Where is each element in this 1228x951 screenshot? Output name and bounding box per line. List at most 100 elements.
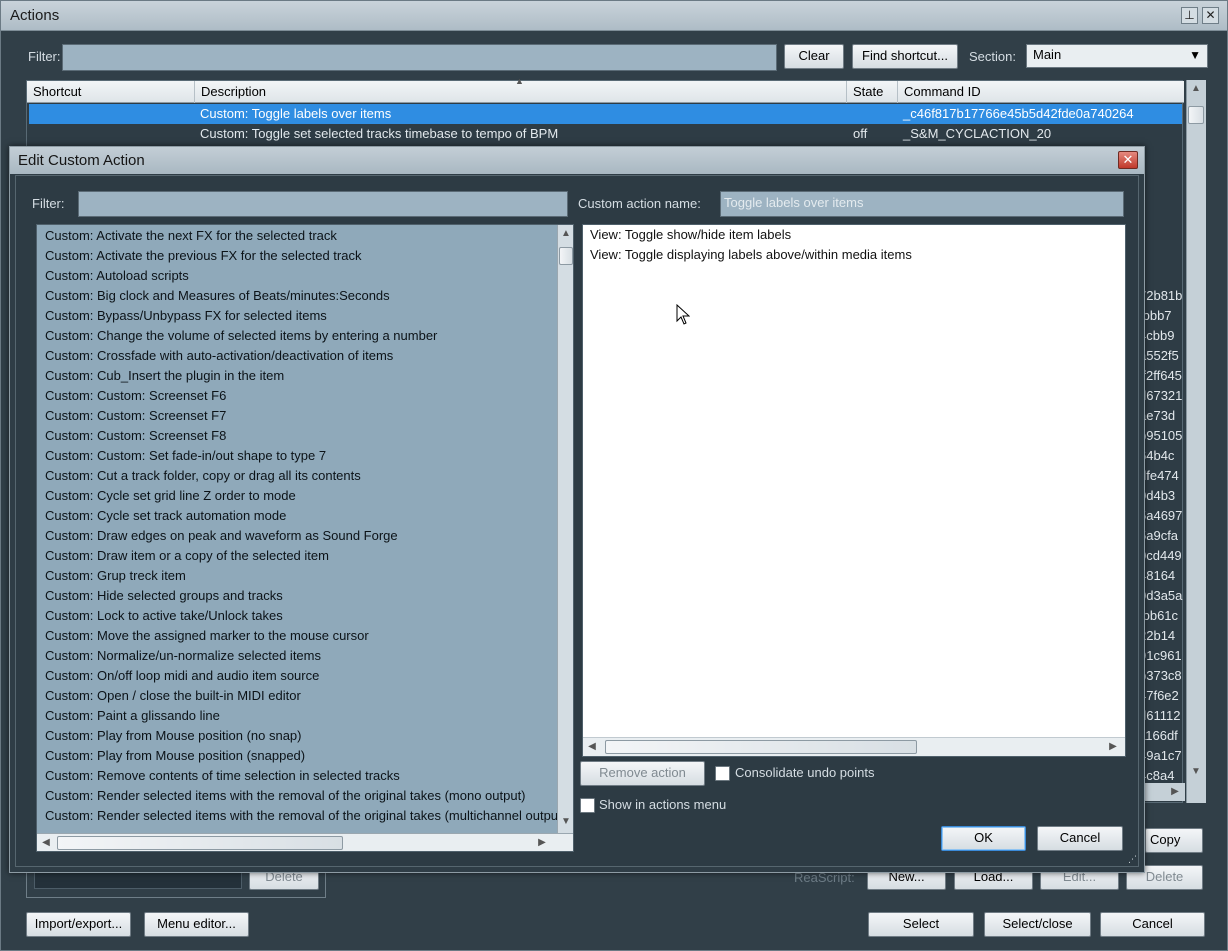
list-item[interactable]: Custom: Custom: Screenset F8 (45, 426, 226, 446)
list-item[interactable]: Custom: Play from Mouse position (no sna… (45, 726, 302, 746)
custom-action-name-input[interactable]: Toggle labels over items (720, 191, 1124, 217)
scroll-thumb[interactable] (1188, 106, 1204, 124)
actions-vertical-scrollbar[interactable]: ▲ ▼ (1186, 80, 1206, 803)
list-item[interactable]: Custom: Grup treck item (45, 566, 186, 586)
mouse-cursor-icon (676, 304, 690, 325)
list-item[interactable]: Custom: Lock to active take/Unlock takes (45, 606, 283, 626)
edit-custom-action-dialog: Edit Custom Action ✕ Filter: Custom acti… (9, 146, 1145, 873)
list-item[interactable]: Custom: Crossfade with auto-activation/d… (45, 346, 393, 366)
scroll-thumb[interactable] (559, 247, 573, 265)
list-item[interactable]: Custom: Custom: Screenset F6 (45, 386, 226, 406)
menu-editor-button[interactable]: Menu editor... (144, 912, 249, 937)
row-state: off (853, 126, 868, 141)
resize-grip-icon[interactable]: ⋰ (1128, 854, 1137, 865)
actions-titlebar[interactable]: Actions ⊥ ✕ (1, 1, 1227, 31)
list-item[interactable]: Custom: On/off loop midi and audio item … (45, 666, 319, 686)
list-item[interactable]: Custom: Custom: Set fade-in/out shape to… (45, 446, 326, 466)
table-row[interactable]: Custom: Toggle labels over items _c46f81… (29, 104, 1182, 124)
list-item[interactable]: Custom: Normalize/un-normalize selected … (45, 646, 321, 666)
list-item[interactable]: Custom: Draw item or a copy of the selec… (45, 546, 329, 566)
scroll-left-icon[interactable]: ◀ (37, 834, 55, 851)
scroll-up-icon[interactable]: ▲ (557, 225, 573, 243)
available-actions-horizontal-scrollbar[interactable]: ◀ ▶ (37, 833, 573, 851)
command-id-cell: 0d4b3 (1139, 488, 1176, 503)
list-item[interactable]: Custom: Cycle set track automation mode (45, 506, 286, 526)
scroll-up-icon[interactable]: ▲ (1187, 80, 1205, 98)
list-item[interactable]: Custom: Cut a track folder, copy or drag… (45, 466, 361, 486)
consolidate-undo-label: Consolidate undo points (735, 765, 875, 780)
select-button[interactable]: Select (868, 912, 974, 937)
consolidate-undo-checkbox[interactable] (715, 766, 730, 781)
available-actions-vertical-scrollbar[interactable]: ▲ ▼ (557, 225, 573, 833)
list-item[interactable]: View: Toggle displaying labels above/wit… (590, 245, 912, 265)
command-id-cell: b95105 (1139, 428, 1183, 443)
close-icon[interactable]: ✕ (1202, 7, 1219, 24)
list-item[interactable]: Custom: Hide selected groups and tracks (45, 586, 283, 606)
edit-cancel-button[interactable]: Cancel (1037, 826, 1123, 851)
section-select[interactable]: Main ▼ (1026, 44, 1208, 68)
list-item[interactable]: Custom: Cub_Insert the plugin in the ite… (45, 366, 284, 386)
list-item[interactable]: Custom: Bypass/Unbypass FX for selected … (45, 306, 327, 326)
custom-action-steps-list[interactable]: View: Toggle show/hide item labels View:… (582, 224, 1126, 757)
available-actions-list[interactable]: Custom: Activate the next FX for the sel… (36, 224, 574, 852)
close-icon[interactable]: ✕ (1118, 151, 1138, 169)
list-item[interactable]: Custom: Activate the next FX for the sel… (45, 226, 337, 246)
pin-icon[interactable]: ⊥ (1181, 7, 1198, 24)
command-id-cell: 64b4c (1139, 448, 1175, 463)
list-item[interactable]: Custom: Custom: Screenset F7 (45, 406, 226, 426)
chevron-down-icon: ▼ (1189, 48, 1201, 62)
actions-filter-input[interactable] (62, 44, 777, 71)
command-id-cell: 0cd449 (1139, 548, 1182, 563)
command-id-cell: 5a4697 (1139, 508, 1183, 523)
command-id-cell: 4c8a4 (1139, 768, 1175, 783)
command-id-cell: dfe474 (1139, 468, 1179, 483)
list-item[interactable]: Custom: Draw edges on peak and waveform … (45, 526, 398, 546)
available-actions-items: Custom: Activate the next FX for the sel… (37, 225, 557, 833)
list-item[interactable]: Custom: Render selected items with the r… (45, 806, 557, 826)
remove-action-button[interactable]: Remove action (580, 761, 705, 786)
list-item[interactable]: Custom: Render selected items with the r… (45, 786, 526, 806)
list-item[interactable]: Custom: Remove contents of time selectio… (45, 766, 400, 786)
scroll-left-icon[interactable]: ◀ (583, 738, 601, 756)
list-item[interactable]: Custom: Move the assigned marker to the … (45, 626, 369, 646)
sort-ascending-icon: ▲ (515, 76, 524, 86)
edit-dialog-titlebar[interactable]: Edit Custom Action ✕ (10, 147, 1144, 174)
command-id-cell: a552f5 (1139, 348, 1179, 363)
edit-dialog-title: Edit Custom Action (18, 152, 145, 169)
edit-filter-input[interactable] (78, 191, 568, 217)
section-value: Main (1033, 47, 1062, 62)
column-header-command-id[interactable]: Command ID (898, 81, 1184, 103)
import-export-button[interactable]: Import/export... (26, 912, 131, 937)
command-id-cell: 0d3a5a (1139, 588, 1183, 603)
table-row[interactable]: Custom: Toggle set selected tracks timeb… (29, 124, 1182, 144)
list-item[interactable]: View: Toggle show/hide item labels (590, 225, 791, 245)
command-id-cell: 49a1c7 (1139, 748, 1182, 763)
list-item[interactable]: Custom: Activate the previous FX for the… (45, 246, 361, 266)
select-close-button[interactable]: Select/close (984, 912, 1091, 937)
list-item[interactable]: Custom: Autoload scripts (45, 266, 189, 286)
copy-button[interactable]: Copy (1145, 828, 1203, 853)
scroll-down-icon[interactable]: ▼ (1187, 763, 1205, 781)
clear-button[interactable]: Clear (784, 44, 844, 69)
scroll-thumb[interactable] (57, 836, 343, 850)
ok-button[interactable]: OK (941, 826, 1026, 851)
column-header-state[interactable]: State (847, 81, 898, 103)
scroll-right-icon[interactable]: ▶ (1104, 738, 1122, 756)
scroll-thumb[interactable] (605, 740, 917, 754)
list-item[interactable]: Custom: Play from Mouse position (snappe… (45, 746, 305, 766)
scroll-down-icon[interactable]: ▼ (557, 813, 573, 831)
command-id-cell: b373c8 (1139, 668, 1182, 683)
list-item[interactable]: Custom: Open / close the built-in MIDI e… (45, 686, 301, 706)
list-item[interactable]: Custom: Cycle set grid line Z order to m… (45, 486, 296, 506)
command-id-cell: 72b81b (1139, 288, 1183, 303)
list-item[interactable]: Custom: Paint a glissando line (45, 706, 220, 726)
scroll-right-icon[interactable]: ▶ (533, 834, 551, 851)
column-header-shortcut[interactable]: Shortcut (27, 81, 195, 103)
show-in-menu-checkbox[interactable] (580, 798, 595, 813)
list-item[interactable]: Custom: Big clock and Measures of Beats/… (45, 286, 390, 306)
custom-action-steps-horizontal-scrollbar[interactable]: ◀ ▶ (583, 737, 1125, 756)
command-id-cell: ae73d (1139, 408, 1176, 423)
list-item[interactable]: Custom: Change the volume of selected it… (45, 326, 437, 346)
find-shortcut-button[interactable]: Find shortcut... (852, 44, 958, 69)
actions-cancel-button[interactable]: Cancel (1100, 912, 1205, 937)
